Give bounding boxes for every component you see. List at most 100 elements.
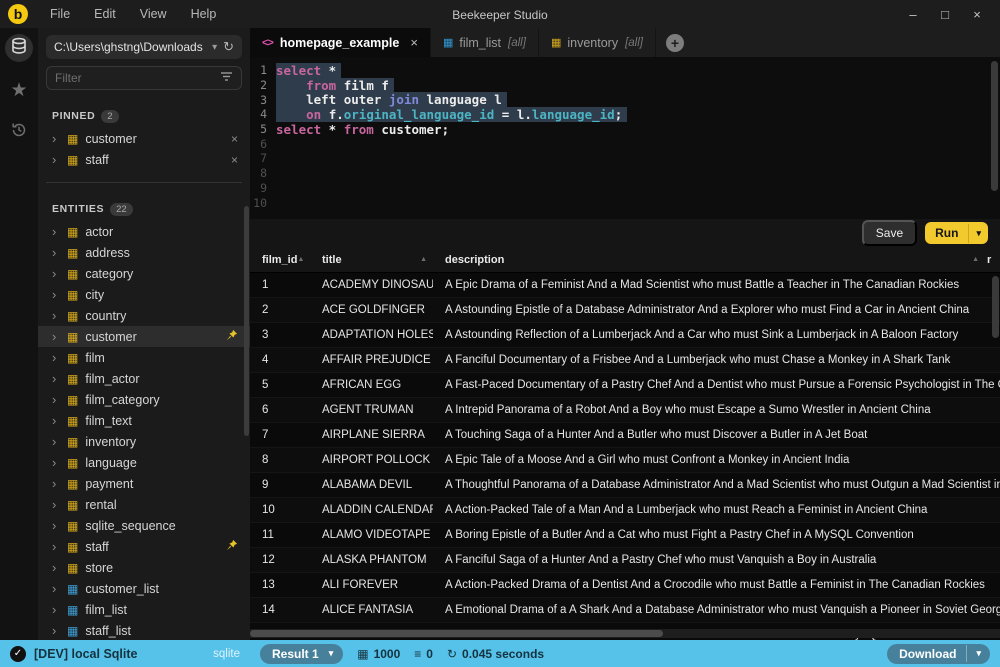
grid-vertical-scrollbar[interactable] [992, 276, 999, 338]
tab-homepage_example[interactable]: <> homepage_example × [250, 28, 431, 57]
chevron-right-icon[interactable]: › [52, 498, 60, 511]
table-row[interactable]: 12 ALASKA PHANTOM A Fanciful Saga of a H… [250, 548, 1000, 573]
table-row[interactable]: 9 ALABAMA DEVIL A Thoughtful Panorama of… [250, 473, 1000, 498]
chevron-right-icon[interactable]: › [52, 561, 60, 574]
menu-view[interactable]: View [130, 3, 177, 25]
editor-line[interactable]: 5 select * from customer; [250, 122, 1000, 137]
cell-description[interactable]: A Intrepid Panorama of a Robot And a Boy… [433, 404, 1000, 416]
editor-line[interactable]: 10 [250, 195, 1000, 210]
cell-description[interactable]: A Epic Drama of a Feminist And a Mad Sci… [433, 279, 1000, 291]
cell-title[interactable]: ADAPTATION HOLES [310, 329, 433, 341]
column-header-description[interactable]: description ▲ [433, 254, 985, 266]
editor-line[interactable]: 9 [250, 181, 1000, 196]
entity-item-inventory[interactable]: › ▦ inventory [38, 431, 250, 452]
table-row[interactable]: 8 AIRPORT POLLOCK A Epic Tale of a Moose… [250, 448, 1000, 473]
menu-edit[interactable]: Edit [84, 3, 126, 25]
cell-film-id[interactable]: 2 [250, 304, 310, 316]
table-row[interactable]: 6 AGENT TRUMAN A Intrepid Panorama of a … [250, 398, 1000, 423]
chevron-right-icon[interactable]: › [52, 288, 60, 301]
cell-description[interactable]: A Thoughtful Panorama of a Database Admi… [433, 479, 1000, 491]
filter-input[interactable] [55, 71, 220, 85]
sort-asc-icon[interactable]: ▲ [420, 256, 427, 263]
table-row[interactable]: 11 ALAMO VIDEOTAPE A Boring Epistle of a… [250, 523, 1000, 548]
cell-description[interactable]: A Fast-Paced Documentary of a Pastry Che… [433, 379, 1000, 391]
chevron-right-icon[interactable]: › [52, 456, 60, 469]
entity-item-store[interactable]: › ▦ store [38, 557, 250, 578]
editor-line[interactable]: 2 from film f [250, 78, 1000, 93]
table-row[interactable]: 1 ACADEMY DINOSAUR A Epic Drama of a Fem… [250, 273, 1000, 298]
cell-title[interactable]: ALADDIN CALENDAR [310, 504, 433, 516]
entity-item-customer[interactable]: › ▦ customer [38, 326, 250, 347]
entity-item-rental[interactable]: › ▦ rental [38, 494, 250, 515]
cell-film-id[interactable]: 9 [250, 479, 310, 491]
grid-horizontal-scrollbar[interactable] [250, 629, 1000, 638]
favorites-panel-button[interactable]: ★ [5, 76, 33, 104]
result-selector[interactable]: Result 1 ▾ [260, 644, 343, 664]
tab-close-icon[interactable]: × [410, 35, 418, 50]
remove-pin-icon[interactable]: × [231, 153, 238, 167]
cell-film-id[interactable]: 11 [250, 529, 310, 541]
entity-item-film_list[interactable]: › ▦ film_list [38, 599, 250, 620]
entity-item-film[interactable]: › ▦ film [38, 347, 250, 368]
chevron-right-icon[interactable]: › [52, 330, 60, 343]
entity-item-country[interactable]: › ▦ country [38, 305, 250, 326]
chevron-right-icon[interactable]: › [52, 393, 60, 406]
chevron-right-icon[interactable]: › [52, 519, 60, 532]
new-tab-button[interactable]: + [666, 34, 684, 52]
chevron-right-icon[interactable]: › [52, 246, 60, 259]
app-logo-icon[interactable]: b [8, 4, 28, 24]
close-icon[interactable]: × [964, 7, 990, 22]
chevron-right-icon[interactable]: › [52, 372, 60, 385]
editor-line[interactable]: 8 [250, 166, 1000, 181]
entity-item-staff_list[interactable]: › ▦ staff_list [38, 620, 250, 640]
minimize-icon[interactable]: – [900, 7, 926, 22]
table-row[interactable]: 7 AIRPLANE SIERRA A Touching Saga of a H… [250, 423, 1000, 448]
cell-film-id[interactable]: 4 [250, 354, 310, 366]
entity-item-customer_list[interactable]: › ▦ customer_list [38, 578, 250, 599]
cell-film-id[interactable]: 7 [250, 429, 310, 441]
refresh-icon[interactable]: ↻ [223, 39, 234, 55]
cell-film-id[interactable]: 1 [250, 279, 310, 291]
chevron-right-icon[interactable]: › [52, 132, 60, 145]
maximize-icon[interactable]: □ [932, 7, 958, 22]
cell-title[interactable]: ACADEMY DINOSAUR [310, 279, 433, 291]
table-row[interactable]: 14 ALICE FANTASIA A Emotional Drama of a… [250, 598, 1000, 623]
cell-description[interactable]: A Astounding Epistle of a Database Admin… [433, 304, 1000, 316]
entity-item-language[interactable]: › ▦ language [38, 452, 250, 473]
tab-inventory[interactable]: ▦ inventory [all] [539, 28, 656, 57]
table-row[interactable]: 5 AFRICAN EGG A Fast-Paced Documentary o… [250, 373, 1000, 398]
history-panel-button[interactable] [5, 118, 33, 146]
chevron-right-icon[interactable]: › [52, 267, 60, 280]
pinned-item-staff[interactable]: › ▦ staff × [38, 149, 250, 170]
editor-line[interactable]: 4 on f.original_language_id = l.language… [250, 107, 1000, 122]
pinned-item-customer[interactable]: › ▦ customer × [38, 128, 250, 149]
editor-line[interactable]: 7 [250, 151, 1000, 166]
cell-description[interactable]: A Action-Packed Tale of a Man And a Lumb… [433, 504, 1000, 516]
cell-description[interactable]: A Emotional Drama of a A Shark And a Dat… [433, 604, 1000, 616]
entity-item-address[interactable]: › ▦ address [38, 242, 250, 263]
chevron-right-icon[interactable]: › [52, 153, 60, 166]
scrollbar-handle[interactable] [250, 630, 663, 637]
chevron-right-icon[interactable]: › [52, 435, 60, 448]
table-row[interactable]: 13 ALI FOREVER A Action-Packed Drama of … [250, 573, 1000, 598]
cell-film-id[interactable]: 12 [250, 554, 310, 566]
sidebar-scrollbar[interactable] [244, 206, 249, 436]
chevron-right-icon[interactable]: › [52, 582, 60, 595]
cell-title[interactable]: AFFAIR PREJUDICE [310, 354, 433, 366]
download-options-caret-icon[interactable]: ▾ [966, 645, 990, 662]
editor-line[interactable]: 1 select * [250, 63, 1000, 78]
entity-item-staff[interactable]: › ▦ staff [38, 536, 250, 557]
column-header-title[interactable]: title ▲ [310, 254, 433, 266]
chevron-right-icon[interactable]: › [52, 540, 60, 553]
chevron-right-icon[interactable]: › [52, 414, 60, 427]
cell-description[interactable]: A Boring Epistle of a Butler And a Cat w… [433, 529, 1000, 541]
tab-film_list[interactable]: ▦ film_list [all] [431, 28, 539, 57]
cell-description[interactable]: A Epic Tale of a Moose And a Girl who mu… [433, 454, 1000, 466]
entity-item-sqlite_sequence[interactable]: › ▦ sqlite_sequence [38, 515, 250, 536]
editor-scrollbar[interactable] [991, 61, 998, 191]
chevron-right-icon[interactable]: › [52, 309, 60, 322]
run-button[interactable]: Run ▾ [925, 222, 988, 244]
entity-item-film_text[interactable]: › ▦ film_text [38, 410, 250, 431]
table-row[interactable]: 4 AFFAIR PREJUDICE A Fanciful Documentar… [250, 348, 1000, 373]
menu-file[interactable]: File [40, 3, 80, 25]
